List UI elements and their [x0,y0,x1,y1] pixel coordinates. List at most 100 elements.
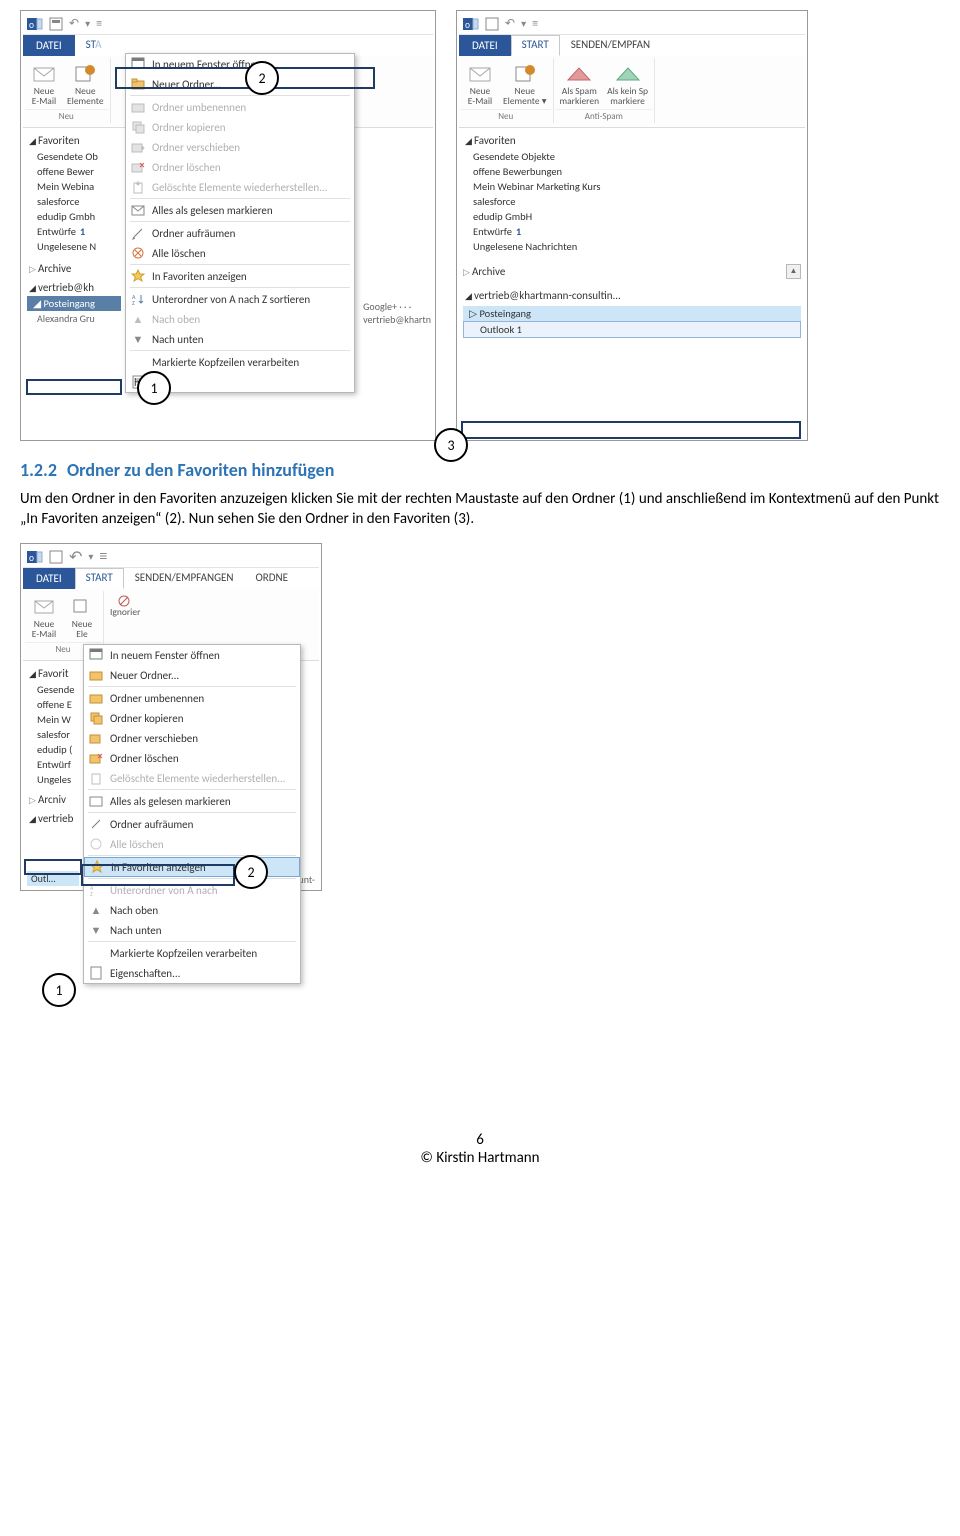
tab-start[interactable]: START [511,35,560,56]
section-number: 1.2.2 [20,459,57,481]
ctx-copy[interactable]: Ordner kopieren [84,708,300,728]
ribbon-new-items[interactable]: Neue Elemente [63,59,108,109]
ctx-move-up[interactable]: ▲Nach oben [84,900,300,920]
context-menu-bottom[interactable]: In neuem Fenster öffnen Neuer Ordner... … [83,644,301,984]
screenshot-right: o ↶ ▾ ≡ DATEI START SENDEN/EMPFAN Neue E… [456,10,808,441]
ctx-clean-up[interactable]: Ordner aufräumen [84,814,300,834]
qat-separator: ≡ [99,547,107,566]
tab-ordner[interactable]: ORDNE [245,568,300,589]
ctx-delete-all[interactable]: Alle löschen [126,243,354,263]
highlight-posteingang [26,379,122,395]
favorites-header[interactable]: Favoriten [465,134,801,147]
posteingang-selected[interactable]: ▷ Posteingang [463,306,801,321]
list-entry: vertrieb@khartn [363,313,431,326]
sidebar-item[interactable]: salesforce [27,194,121,209]
sidebar-item[interactable]: Entwürf [27,757,79,772]
sidebar-item[interactable]: edudip Gmbh [27,209,121,224]
favorites-header[interactable]: Favorit [29,667,79,680]
section-heading: 1.2.2 Ordner zu den Favoriten hinzufügen [20,459,940,481]
tab-start[interactable]: START [75,568,124,589]
account-header[interactable]: vertrieb [29,812,79,825]
ribbon-als-spam[interactable]: Als Spam markieren [556,59,604,109]
sidebar-item[interactable]: Entwürfe1 [463,224,801,239]
ribbon-new-email[interactable]: Neue E-Mail [25,59,63,109]
ctx-mark-all-read[interactable]: Alles als gelesen markieren [84,791,300,811]
ctx-move[interactable]: Ordner verschieben [84,728,300,748]
highlight-outlook1 [461,421,801,439]
tab-datei[interactable]: DATEI [23,568,75,589]
ctx-delete-folder[interactable]: Ordner löschen [84,748,300,768]
callout-1-left: 1 [137,371,171,405]
archive-header[interactable]: Archive [29,262,121,275]
qat-separator: ≡ [532,17,538,31]
sidebar-item[interactable]: Mein Webinar Marketing Kurs [463,179,801,194]
sidebar-item[interactable]: Gesendete Objekte [463,149,801,164]
ctx-rename[interactable]: Ordner umbenennen [84,688,300,708]
sidebar-item[interactable]: salesforce [463,194,801,209]
ribbon-new-email[interactable]: Neue E-Mail [461,59,499,109]
svg-text:o: o [29,20,34,30]
ribbon-group-neu: Neu [461,109,551,122]
tab-senden[interactable]: SENDEN/EMPFAN [560,35,661,56]
posteingang-selected[interactable]: ◢ Posteingang [27,296,121,311]
favorites-header[interactable]: Favoriten [29,134,121,147]
ctx-properties[interactable]: Eigenschaften... [84,963,300,983]
ctx-open-new-window[interactable]: In neuem Fenster öffnen [126,54,354,74]
ctx-move: Ordner verschieben [126,137,354,157]
ribbon-group-neu: Neu [25,109,108,122]
ctx-open-new-window[interactable]: In neuem Fenster öffnen [84,645,300,665]
sidebar-item[interactable]: Ungeles [27,772,79,787]
sidebar-item[interactable]: Alexandra Gru [27,311,121,326]
outlook1-folder[interactable]: Outlook 1 [463,321,801,338]
sidebar-item[interactable]: Ungelesene Nachrichten [463,239,801,254]
tab-senden[interactable]: SENDEN/EMPFANGEN [124,568,245,589]
sidebar-item[interactable]: offene Bewerbungen [463,164,801,179]
scroll-up-icon[interactable]: ▲ [786,264,801,279]
ribbon-als-kein-spam[interactable]: Als kein Sp markiere [603,59,652,109]
sidebar-item[interactable]: edudip GmbH [463,209,801,224]
ribbon-new-items[interactable]: Neue Elemente ▾ [499,59,551,109]
folder-pane-left: Favoriten Gesendete Ob offene Bewer Mein… [23,128,125,328]
sidebar-item[interactable]: Mein W [27,712,79,727]
ribbon-ignorier[interactable]: Ignorier [106,592,144,620]
sidebar-item[interactable]: Gesendete Ob [27,149,121,164]
svg-text:o: o [29,553,34,563]
ctx-clean-up[interactable]: Ordner aufräumen [126,223,354,243]
sidebar-item[interactable]: Ungelesene N [27,239,121,254]
outlook-icon: o [27,16,43,32]
ctx-restore-deleted: Gelöschte Elemente wiederherstellen... [126,177,354,197]
ctx-process-headers[interactable]: Markierte Kopfzeilen verarbeiten [126,352,354,372]
ctx-delete-all: Alle löschen [84,834,300,854]
sidebar-item[interactable]: offene Bewer [27,164,121,179]
account-header[interactable]: vertrieb@khartmann-consultin... [465,289,801,302]
ctx-move-down[interactable]: ▼Nach unten [84,920,300,940]
tab-datei[interactable]: DATEI [23,35,75,56]
ctx-new-folder[interactable]: Neuer Ordner... [84,665,300,685]
tab-datei[interactable]: DATEI [459,35,511,56]
outlook-icon: o [27,549,43,565]
ribbon-new-email[interactable]: Neue E-Mail [25,592,63,642]
sidebar-item[interactable]: Entwürfe1 [27,224,121,239]
sidebar-item[interactable]: offene E [27,697,79,712]
ctx-mark-all-read[interactable]: Alles als gelesen markieren [126,200,354,220]
dropdown-icon: ▾ [521,17,526,30]
ctx-process-headers[interactable]: Markierte Kopfzeilen verarbeiten [84,943,300,963]
ctx-move-down[interactable]: ▼Nach unten [126,329,354,349]
outlook1-selected[interactable]: Outl… [27,871,79,886]
archive-header[interactable]: Arcniv [29,793,79,806]
outlook-icon: o [463,16,479,32]
context-menu-left[interactable]: In neuem Fenster öffnen Neuer Ordner... … [125,53,355,393]
sidebar-item[interactable]: salesfor [27,727,79,742]
ctx-show-in-favorites[interactable]: In Favoriten anzeigen [126,266,354,286]
ctx-sort-az[interactable]: AZUnterordner von A nach Z sortieren [126,289,354,309]
ctx-new-folder[interactable]: Neuer Ordner... [126,74,354,94]
archive-header[interactable]: Archive [463,265,505,278]
sidebar-item[interactable]: edudip ( [27,742,79,757]
page-number: 6 [20,1131,940,1149]
tab-start[interactable]: STA [75,35,113,56]
ribbon-new-items[interactable]: Neue Ele [63,592,101,642]
sidebar-item[interactable]: Mein Webina [27,179,121,194]
callout-1-bottom: 1 [42,973,76,1007]
sidebar-item[interactable]: Gesende [27,682,79,697]
account-header[interactable]: vertrieb@kh [29,281,121,294]
